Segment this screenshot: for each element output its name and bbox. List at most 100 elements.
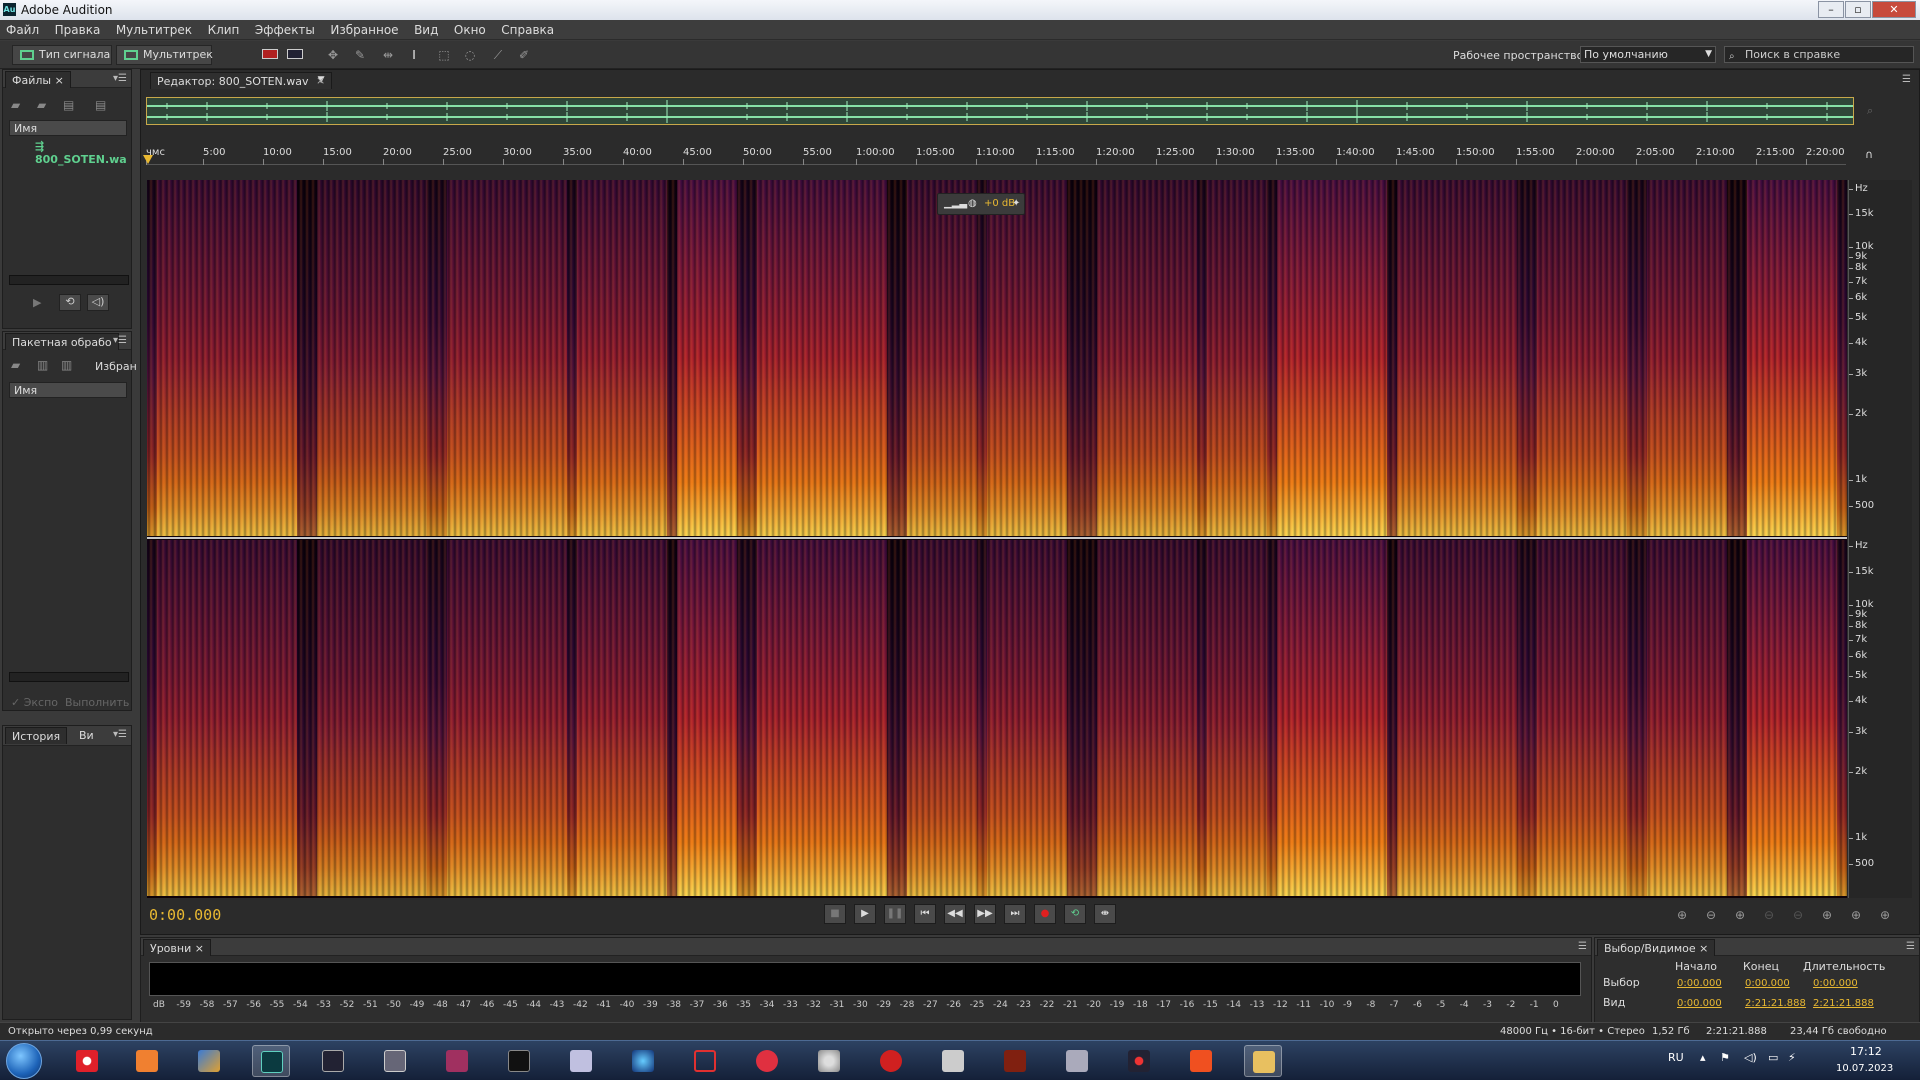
- files-tab[interactable]: Файлы ×: [5, 71, 71, 88]
- menu-window[interactable]: Окно: [448, 20, 492, 37]
- taskbar-app6[interactable]: [872, 1045, 910, 1077]
- panel-menu-icon[interactable]: ▾☰: [113, 73, 127, 84]
- panel-menu-icon[interactable]: ☰: [1902, 74, 1911, 85]
- close-tab-icon[interactable]: ×: [316, 74, 325, 87]
- menu-effects[interactable]: Эффекты: [249, 20, 321, 37]
- gain-hud[interactable]: ▁▂▃ ◍ +0 dB ✦: [937, 193, 1025, 215]
- export-checkbox[interactable]: ✓ Экспо: [11, 696, 58, 709]
- minimize-button[interactable]: –: [1818, 1, 1844, 18]
- zoom-navigator-icon[interactable]: ⌕: [1867, 104, 1873, 118]
- selection-view-tab[interactable]: Выбор/Видимое ×: [1597, 939, 1716, 956]
- zoom-out-time-icon[interactable]: ⊖: [1764, 908, 1774, 922]
- menu-clip[interactable]: Клип: [202, 20, 246, 37]
- fast-forward-button[interactable]: ▶▶: [974, 904, 996, 924]
- zoom-in-time-icon[interactable]: ⊕: [1735, 908, 1745, 922]
- favorites-dropdown[interactable]: Избран: [95, 360, 137, 373]
- menu-help[interactable]: Справка: [495, 20, 560, 37]
- batch-tab[interactable]: Пакетная обрабо: [5, 333, 119, 350]
- file-item-800-soten[interactable]: ⇶ 800_SOTEN.wa: [35, 140, 131, 166]
- close-file-icon[interactable]: ▤: [95, 98, 106, 112]
- slip-tool-icon[interactable]: ⇹: [380, 48, 396, 62]
- clock-time[interactable]: 17:12: [1850, 1045, 1882, 1058]
- taskbar-app3[interactable]: [562, 1045, 600, 1077]
- razor-tool-icon[interactable]: ✎: [352, 48, 368, 62]
- rewind-button[interactable]: ◀◀: [944, 904, 966, 924]
- loop-file-icon[interactable]: ⟲: [59, 294, 81, 311]
- taskbar-brave[interactable]: [1182, 1045, 1220, 1077]
- waveform-display-icon[interactable]: [262, 49, 278, 59]
- batch-scrollbar[interactable]: [9, 672, 129, 682]
- multitrack-view-button[interactable]: Мультитрек: [116, 45, 213, 65]
- taskbar-app8[interactable]: [996, 1045, 1034, 1077]
- menu-edit[interactable]: Правка: [49, 20, 107, 37]
- video-tab[interactable]: Ви: [79, 729, 94, 742]
- volume-icon[interactable]: ◁): [1744, 1051, 1757, 1064]
- open-folder-icon[interactable]: ▰: [11, 358, 20, 372]
- panel-menu-icon[interactable]: ☰: [1578, 941, 1587, 952]
- taskbar-app7[interactable]: [934, 1045, 972, 1077]
- menu-file[interactable]: Файл: [0, 20, 45, 37]
- marquee-tool-icon[interactable]: ⬚: [436, 48, 452, 62]
- taskbar-audition[interactable]: [252, 1045, 290, 1077]
- new-file-icon[interactable]: ▤: [63, 98, 74, 112]
- go-to-start-button[interactable]: ⏮: [914, 904, 936, 924]
- tray-expand-icon[interactable]: ▴: [1700, 1051, 1706, 1064]
- delete-icon[interactable]: ▥: [37, 358, 48, 372]
- power-icon[interactable]: ⚡: [1788, 1051, 1796, 1064]
- pin-icon[interactable]: ✦: [1012, 198, 1020, 209]
- zoom-in-amplitude-icon[interactable]: ⊕: [1677, 908, 1687, 922]
- view-end-field[interactable]: 2:21:21.888: [1745, 998, 1806, 1009]
- files-col-name[interactable]: Имя: [9, 120, 127, 136]
- levels-tab[interactable]: Уровни ×: [143, 939, 211, 956]
- taskbar-globe[interactable]: [624, 1045, 662, 1077]
- taskbar-app[interactable]: [190, 1045, 228, 1077]
- spectral-display-icon[interactable]: [287, 49, 303, 59]
- open-folder-icon[interactable]: ▰: [11, 98, 20, 112]
- taskbar-media-player[interactable]: [128, 1045, 166, 1077]
- start-button[interactable]: [6, 1043, 42, 1079]
- maximize-button[interactable]: ▫: [1845, 1, 1871, 18]
- menu-favorites[interactable]: Избранное: [324, 20, 404, 37]
- pause-button[interactable]: ❚❚: [884, 904, 906, 924]
- history-tab[interactable]: История: [5, 727, 68, 744]
- network-icon[interactable]: ▭: [1768, 1051, 1778, 1064]
- taskbar-app2[interactable]: [438, 1045, 476, 1077]
- run-button[interactable]: Выполнить: [65, 696, 129, 709]
- zoom-out-amplitude-icon[interactable]: ⊖: [1706, 908, 1716, 922]
- editor-tab[interactable]: Редактор: 800_SOTEN.wav ▼: [150, 72, 332, 89]
- spectral-display[interactable]: [147, 180, 1847, 898]
- batch-col-name[interactable]: Имя: [9, 382, 127, 398]
- current-time-display[interactable]: 0:00.000: [149, 906, 221, 924]
- playhead-marker[interactable]: [143, 155, 153, 164]
- skip-selection-button[interactable]: ⇼: [1094, 904, 1116, 924]
- overview-navigator[interactable]: [146, 97, 1854, 125]
- selection-duration-field[interactable]: 0:00.000: [1813, 978, 1858, 989]
- zoom-full-icon[interactable]: ⊕: [1822, 908, 1832, 922]
- flag-icon[interactable]: ⚑: [1720, 1051, 1730, 1064]
- clock-date[interactable]: 10.07.2023: [1836, 1063, 1893, 1074]
- taskbar-app4[interactable]: [686, 1045, 724, 1077]
- spot-healing-tool-icon[interactable]: ✐: [516, 48, 532, 62]
- taskbar-app5[interactable]: [748, 1045, 786, 1077]
- play-button[interactable]: ▶: [854, 904, 876, 924]
- time-ruler[interactable]: чмс 5:00 10:00 15:00 20:00 25:00 30:00 3…: [146, 145, 1846, 165]
- lasso-tool-icon[interactable]: ◌: [462, 48, 478, 62]
- zoom-out-point-icon[interactable]: ⊕: [1880, 908, 1890, 922]
- panel-menu-icon[interactable]: ☰: [1906, 941, 1915, 952]
- view-duration-field[interactable]: 2:21:21.888: [1813, 998, 1874, 1009]
- waveform-view-button[interactable]: Тип сигнала: [12, 45, 112, 65]
- help-search-input[interactable]: ⌕ Поиск в справке: [1724, 46, 1914, 63]
- zoom-in-point-icon[interactable]: ⊕: [1851, 908, 1861, 922]
- import-icon[interactable]: ▰: [37, 98, 46, 112]
- workspace-select[interactable]: По умолчанию ▼: [1580, 46, 1716, 63]
- loop-playback-button[interactable]: ⟲: [1064, 904, 1086, 924]
- taskbar-settings[interactable]: [810, 1045, 848, 1077]
- gain-knob-icon[interactable]: ◍: [968, 198, 977, 209]
- taskbar-terminal[interactable]: [500, 1045, 538, 1077]
- time-selection-tool-icon[interactable]: I: [406, 48, 422, 62]
- selection-end-field[interactable]: 0:00.000: [1745, 978, 1790, 989]
- clear-icon[interactable]: ▥: [61, 358, 72, 372]
- menu-multitrack[interactable]: Мультитрек: [110, 20, 198, 37]
- taskbar-tools[interactable]: [1058, 1045, 1096, 1077]
- panel-menu-icon[interactable]: ▾☰: [113, 729, 127, 740]
